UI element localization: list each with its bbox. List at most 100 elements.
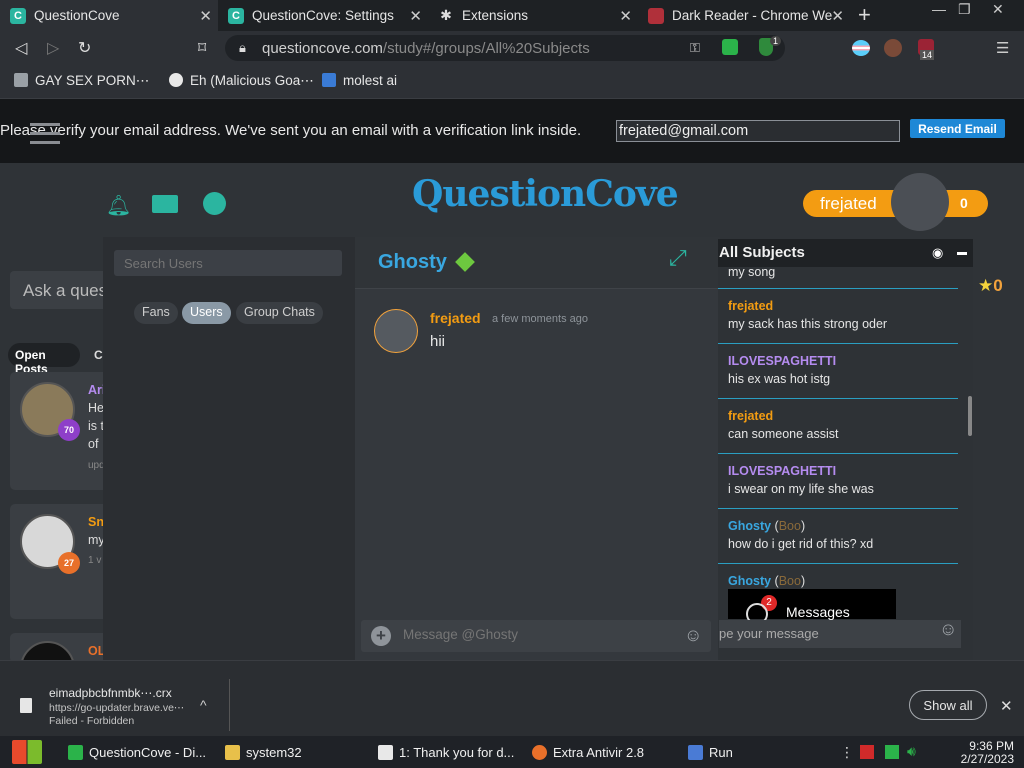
post-meta: 1 v bbox=[88, 555, 102, 566]
message-author: ILOVESPAGHETTI bbox=[728, 354, 837, 368]
back-icon[interactable]: ◁ bbox=[15, 38, 27, 58]
network-icon[interactable] bbox=[885, 745, 899, 759]
chat-message: frejated my sack has this strong oder bbox=[718, 289, 958, 344]
message-input[interactable] bbox=[403, 627, 673, 642]
subjects-title: All Subjects bbox=[719, 244, 805, 261]
subjects-message-input[interactable]: pe your message bbox=[719, 620, 961, 648]
main-page: 🔔︎ QuestionCove frejated 0 Ask a ques Op… bbox=[0, 163, 1024, 696]
chat-conversation: Ghosty ⤢ frejated a few moments ago hii … bbox=[355, 237, 720, 661]
questioncove-favicon-icon: C bbox=[10, 7, 26, 24]
tab-users[interactable]: Users bbox=[182, 302, 231, 324]
flag-icon[interactable] bbox=[860, 745, 874, 759]
window-close-icon[interactable]: ✕ bbox=[992, 1, 1004, 18]
profile-avatar-icon[interactable] bbox=[884, 39, 902, 57]
taskbar-label: system32 bbox=[246, 745, 302, 760]
message-text: hii bbox=[430, 333, 446, 350]
post-card[interactable]: 70 Ari He is t of upd bbox=[10, 372, 110, 490]
message-author: frejated bbox=[728, 299, 774, 313]
taskbar-item[interactable]: system32 bbox=[225, 736, 302, 768]
message-author: frejated bbox=[430, 310, 481, 326]
bell-icon[interactable]: 🔔︎ bbox=[106, 193, 131, 218]
new-tab-icon[interactable]: + bbox=[858, 2, 871, 28]
menu-icon[interactable]: ☰ bbox=[996, 39, 1009, 57]
close-icon[interactable]: ✕ bbox=[831, 7, 844, 25]
lock-icon[interactable]: 🔒︎ bbox=[239, 40, 246, 56]
close-icon[interactable]: ✕ bbox=[1000, 697, 1013, 715]
message-author: Ghosty (Boo) bbox=[728, 519, 806, 533]
email-field[interactable] bbox=[616, 120, 900, 142]
start-icon[interactable] bbox=[12, 740, 42, 764]
post-card[interactable]: 27 Sn my 1 v bbox=[10, 504, 110, 619]
extension-green-icon[interactable] bbox=[722, 39, 738, 55]
globe-icon bbox=[169, 73, 183, 87]
expand-icon[interactable]: ⤢ bbox=[669, 245, 687, 271]
diamond-icon bbox=[455, 252, 475, 272]
clock[interactable]: 9:36 PM 2/27/2023 bbox=[930, 740, 1014, 766]
restore-icon[interactable]: ❐ bbox=[958, 1, 971, 18]
close-icon[interactable]: ✕ bbox=[199, 7, 212, 25]
divider bbox=[229, 679, 230, 731]
scrollbar[interactable] bbox=[968, 396, 972, 436]
bookmark-item[interactable]: GAY SEX PORN⋯ bbox=[14, 73, 149, 89]
bookmark-favicon-icon bbox=[322, 73, 336, 87]
tab-questioncove[interactable]: C QuestionCove ✕ bbox=[0, 0, 218, 31]
show-all-button[interactable]: Show all bbox=[909, 690, 987, 720]
add-attachment-icon[interactable]: + bbox=[371, 626, 391, 646]
address-bar[interactable]: 🔒︎ questioncove.com/study#/groups/All%20… bbox=[225, 35, 785, 61]
hamburger-menu-icon[interactable] bbox=[30, 123, 60, 150]
minimize-panel-icon[interactable] bbox=[957, 252, 967, 255]
message-text: i swear on my life she was bbox=[728, 482, 874, 496]
key-icon[interactable]: ⚿ bbox=[690, 40, 700, 56]
bookmark-item[interactable]: Eh (Malicious Goa⋯ bbox=[169, 73, 314, 89]
message-author: Ghosty (Boo) bbox=[728, 574, 806, 588]
tab-group-chats[interactable]: Group Chats bbox=[236, 302, 323, 324]
clock-date: 2/27/2023 bbox=[960, 752, 1014, 766]
antivirus-icon bbox=[532, 745, 547, 760]
minimize-icon[interactable]: — bbox=[932, 1, 946, 17]
hide-eye-icon[interactable]: ◉ bbox=[932, 245, 943, 261]
tab-settings[interactable]: C QuestionCove: Settings ✕ bbox=[218, 0, 428, 31]
taskbar-item[interactable]: Extra Antivir 2.8 bbox=[532, 736, 644, 768]
open-posts-tab[interactable]: Open Posts bbox=[8, 343, 80, 376]
app-icon bbox=[68, 745, 83, 760]
close-icon[interactable]: ✕ bbox=[619, 7, 632, 25]
message-text: can someone assist bbox=[728, 427, 839, 441]
taskbar-item[interactable]: QuestionCove - Di... bbox=[68, 736, 206, 768]
user-avatar[interactable] bbox=[891, 173, 949, 231]
volume-icon[interactable]: 🔊︎ bbox=[907, 743, 916, 760]
more-icon[interactable]: ⋮ bbox=[840, 744, 854, 761]
tab-dark-reader[interactable]: Dark Reader - Chrome Web ✕ bbox=[638, 0, 850, 31]
messages-screenshot-embed[interactable]: 2 Messages bbox=[728, 589, 896, 625]
url-host: questioncove.com bbox=[262, 40, 383, 57]
tab-fans[interactable]: Fans bbox=[134, 302, 178, 324]
forward-icon[interactable]: ▷ bbox=[47, 38, 59, 58]
search-users-input[interactable] bbox=[114, 250, 342, 276]
download-url: https://go-updater.brave.ve⋯ bbox=[49, 702, 185, 714]
download-bar: eimadpbcbfnmbk⋯.crx https://go-updater.b… bbox=[0, 660, 1024, 736]
post-line: of bbox=[88, 437, 99, 451]
tab-extensions[interactable]: ✱ Extensions ✕ bbox=[428, 0, 638, 31]
profile-icon[interactable] bbox=[203, 192, 226, 215]
download-filename[interactable]: eimadpbcbfnmbk⋯.crx bbox=[49, 686, 172, 700]
resend-email-button[interactable]: Resend Email bbox=[910, 119, 1005, 138]
chat-message: Ghosty (Boo) how do i get rid of this? x… bbox=[718, 509, 958, 564]
flag-extension-icon[interactable] bbox=[852, 40, 870, 56]
taskbar-item[interactable]: Run bbox=[688, 736, 733, 768]
reload-icon[interactable]: ↻ bbox=[78, 38, 91, 58]
mail-icon[interactable] bbox=[152, 195, 178, 213]
url-text: questioncove.com/study#/groups/All%20Sub… bbox=[262, 40, 590, 57]
chat-message: frejated can someone assist bbox=[718, 399, 958, 454]
taskbar-item[interactable]: 1: Thank you for d... bbox=[378, 736, 514, 768]
post-card[interactable]: OL bbox=[10, 633, 110, 696]
tab-title: Dark Reader - Chrome Web bbox=[672, 8, 832, 23]
bookmark-icon[interactable]: ⌑ bbox=[198, 38, 206, 58]
close-icon[interactable]: ✕ bbox=[409, 7, 422, 25]
site-logo[interactable]: QuestionCove bbox=[412, 173, 679, 215]
emoji-icon[interactable]: ☺ bbox=[939, 619, 957, 640]
level-badge: 27 bbox=[58, 552, 80, 574]
chat-contacts-panel: Fans Users Group Chats bbox=[103, 237, 355, 661]
chat-message: ILOVESPAGHETTI i swear on my life she wa… bbox=[718, 454, 958, 509]
bookmark-item[interactable]: molest ai bbox=[322, 73, 397, 88]
chevron-up-icon[interactable]: ^ bbox=[200, 697, 207, 713]
emoji-icon[interactable]: ☺ bbox=[684, 625, 702, 646]
